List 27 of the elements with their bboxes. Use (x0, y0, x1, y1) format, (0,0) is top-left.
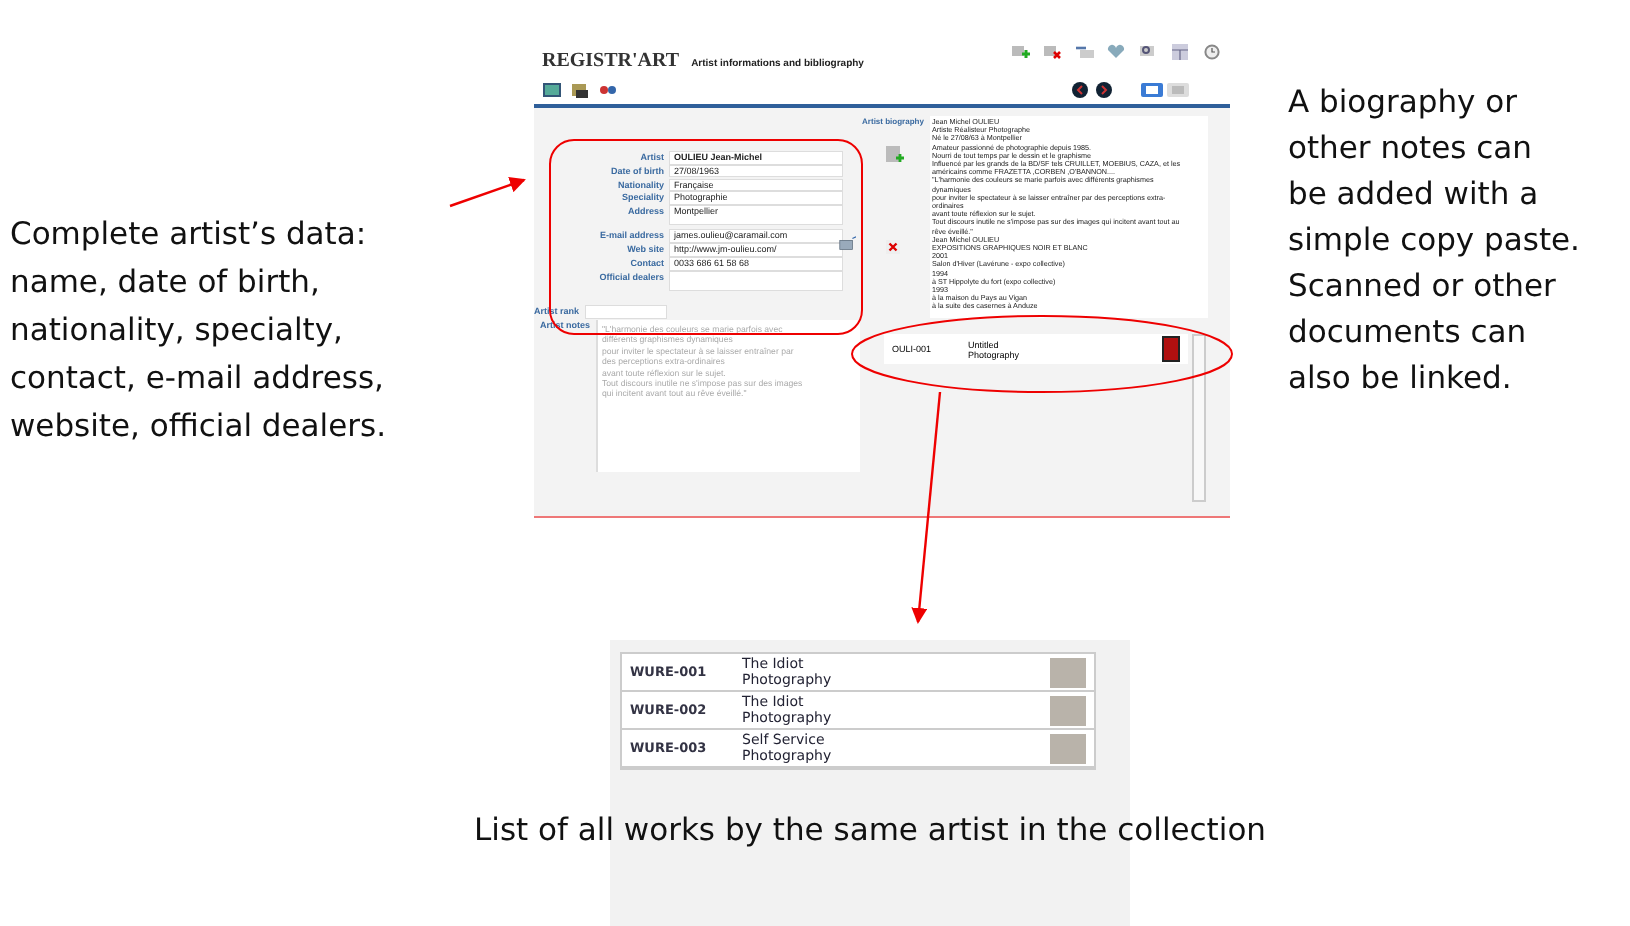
print-icon[interactable] (570, 82, 590, 98)
text-field[interactable] (585, 306, 666, 318)
caption-text: List of all works by the same artist in the collection (472, 812, 1268, 848)
previous-icon[interactable] (1072, 82, 1088, 98)
delete-icon[interactable] (886, 239, 900, 253)
next-icon[interactable] (1096, 82, 1112, 98)
clock-icon[interactable] (1202, 43, 1222, 59)
view-toggle-button[interactable] (1140, 82, 1164, 98)
thumbnail-placeholder (1050, 657, 1086, 687)
table-icon[interactable] (1170, 43, 1190, 59)
thumbnail-placeholder (1050, 733, 1086, 763)
text-field[interactable] (670, 271, 842, 290)
picture-frame-icon[interactable] (542, 82, 562, 98)
heart-icon[interactable] (1106, 43, 1126, 59)
thumbnail-placeholder (1162, 336, 1180, 362)
envelope-icon[interactable] (838, 236, 856, 252)
scrollbar[interactable] (1192, 334, 1206, 502)
annotation-text: A biography or other notes can be added with a simple copy paste. Scanned or other documents can also be linked. (1288, 82, 1580, 400)
annotation-text: Complete artist’s data: name, date of birth, nationality, specialty, contact, e-mail address, website, official dealers. (10, 214, 387, 448)
add-document-icon[interactable] (883, 143, 903, 163)
delete-record-icon[interactable] (1042, 43, 1062, 59)
arrow (449, 177, 526, 208)
app-logo: REGISTR'ART (542, 50, 680, 72)
people-icon[interactable] (598, 82, 618, 98)
view-toggle-button[interactable] (1166, 82, 1190, 98)
add-record-icon[interactable] (1010, 43, 1030, 59)
thumbnail-placeholder (1050, 695, 1086, 725)
